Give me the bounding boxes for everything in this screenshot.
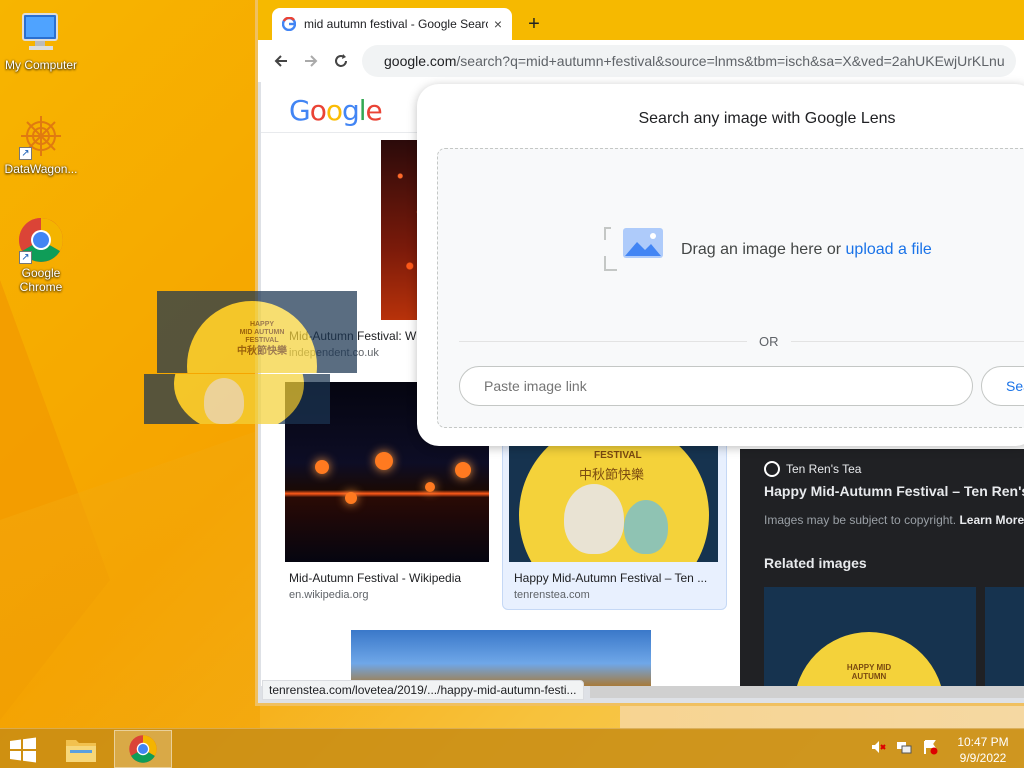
clock-time: 10:47 PM bbox=[957, 735, 1009, 749]
ghost-text: HAPPY MID AUTUMN FESTIVAL 中秋節快樂 bbox=[237, 321, 287, 357]
chrome-icon bbox=[129, 735, 157, 763]
taskbar-chrome[interactable] bbox=[114, 730, 172, 768]
related-images-heading: Related images bbox=[764, 555, 867, 571]
desktop-icon-datawagon[interactable]: ↗ DataWagon... bbox=[0, 112, 82, 176]
taskbar: 10:47 PM 9/9/2022 bbox=[0, 728, 1024, 768]
volume-muted-icon[interactable] bbox=[870, 739, 886, 755]
computer-icon bbox=[17, 8, 65, 56]
action-center-flag-icon[interactable] bbox=[922, 739, 938, 755]
related-image[interactable] bbox=[985, 587, 1024, 686]
tab-close-icon[interactable]: × bbox=[494, 16, 502, 32]
preview-source[interactable]: Ten Ren's Tea bbox=[764, 461, 861, 477]
header-divider bbox=[261, 132, 421, 133]
desktop-icon-my-computer[interactable]: My Computer bbox=[0, 8, 82, 72]
result-source: tenrenstea.com bbox=[514, 589, 590, 601]
result-caption[interactable]: Happy Mid-Autumn Festival – Ten ... bbox=[514, 571, 714, 585]
ghost-text-line: FESTIVAL bbox=[245, 337, 279, 344]
folder-icon bbox=[66, 740, 96, 762]
preview-copyright: Images may be subject to copyright. Lear… bbox=[764, 513, 1024, 527]
or-label: OR bbox=[747, 334, 791, 349]
preview-copyright-text: Images may be subject to copyright. bbox=[764, 513, 957, 527]
ghost-text-line: HAPPY bbox=[249, 321, 275, 328]
dragged-image-ghost: HAPPY MID AUTUMN FESTIVAL 中秋節快樂 bbox=[144, 291, 357, 424]
paste-image-link-input[interactable] bbox=[459, 366, 973, 406]
image-preview-panel: Ten Ren's Tea Happy Mid-Autumn Festival … bbox=[740, 449, 1024, 686]
windows-logo-icon bbox=[10, 737, 36, 763]
horizontal-scrollbar[interactable] bbox=[590, 686, 1024, 698]
forward-button[interactable] bbox=[296, 46, 326, 76]
tab-strip: mid autumn festival - Google Search × + bbox=[258, 0, 1024, 40]
browser-toolbar: google.com/search?q=mid+autumn+festival&… bbox=[258, 40, 1024, 82]
result-image-ten-rens[interactable]: FESTIVAL 中秋節快樂 bbox=[509, 440, 718, 562]
network-icon[interactable] bbox=[896, 739, 912, 755]
drag-text: Drag an image here or bbox=[681, 241, 846, 258]
google-lens-dialog: Search any image with Google Lens Drag a… bbox=[417, 84, 1024, 446]
result-source: en.wikipedia.org bbox=[289, 589, 369, 601]
image-text: FESTIVAL bbox=[594, 450, 642, 461]
preview-source-name: Ten Ren's Tea bbox=[786, 462, 862, 476]
google-favicon-icon bbox=[282, 17, 296, 31]
chrome-icon: ↗ bbox=[17, 216, 65, 264]
or-divider bbox=[459, 341, 1024, 342]
taskbar-file-explorer[interactable] bbox=[52, 730, 110, 768]
forward-arrow-icon bbox=[305, 55, 318, 67]
new-tab-button[interactable]: + bbox=[522, 12, 546, 36]
image-upload-icon bbox=[604, 227, 663, 271]
clock-date: 9/9/2022 bbox=[959, 751, 1007, 765]
address-bar[interactable]: google.com/search?q=mid+autumn+festival&… bbox=[362, 45, 1016, 77]
start-button[interactable] bbox=[8, 737, 38, 763]
upload-file-link[interactable]: upload a file bbox=[846, 241, 932, 258]
taskbar-clock[interactable]: 10:47 PM 9/9/2022 bbox=[948, 734, 1018, 766]
reload-button[interactable] bbox=[326, 46, 356, 76]
reload-icon bbox=[335, 54, 347, 67]
url-host: google.com bbox=[384, 53, 457, 69]
ghost-text-line: MID AUTUMN bbox=[239, 329, 285, 336]
tab-title: mid autumn festival - Google Search bbox=[304, 17, 488, 31]
desktop-icon-label: Google Chrome bbox=[19, 266, 63, 294]
image-text: 中秋節快樂 bbox=[579, 467, 645, 482]
shortcut-arrow-icon: ↗ bbox=[19, 147, 32, 160]
learn-more-link[interactable]: Learn More bbox=[959, 513, 1024, 527]
desktop-icon-label: DataWagon... bbox=[4, 162, 78, 176]
tab-google-search[interactable]: mid autumn festival - Google Search × bbox=[272, 8, 512, 40]
google-logo[interactable]: Google bbox=[289, 94, 383, 127]
desktop-icon-label: My Computer bbox=[4, 58, 78, 72]
desktop-icon-google-chrome[interactable]: ↗ Google Chrome bbox=[0, 216, 82, 294]
status-bar-url: tenrenstea.com/lovetea/2019/.../happy-mi… bbox=[262, 680, 584, 700]
lens-heading: Search any image with Google Lens bbox=[638, 110, 896, 127]
ghost-text-line: 中秋節快樂 bbox=[237, 346, 287, 357]
result-caption[interactable]: Mid-Autumn Festival - Wikipedia bbox=[289, 571, 489, 585]
back-button[interactable] bbox=[266, 46, 296, 76]
ten-rens-logo-icon bbox=[764, 461, 780, 477]
preview-title[interactable]: Happy Mid-Autumn Festival – Ten Ren's bbox=[764, 483, 1024, 499]
lens-search-button[interactable]: Search bbox=[981, 366, 1024, 406]
image-text: HAPPY MID AUTUMN bbox=[846, 663, 892, 681]
back-arrow-icon bbox=[274, 55, 287, 67]
related-image[interactable]: HAPPY MID AUTUMN bbox=[764, 587, 976, 686]
drag-instructions: Drag an image here or upload a file bbox=[681, 241, 932, 259]
result-image-street-lanterns[interactable] bbox=[351, 630, 651, 686]
system-tray bbox=[870, 739, 938, 755]
url-path: /search?q=mid+autumn+festival&source=lnm… bbox=[456, 53, 1005, 69]
shortcut-arrow-icon: ↗ bbox=[19, 251, 32, 264]
datawagon-icon: ↗ bbox=[17, 112, 65, 160]
